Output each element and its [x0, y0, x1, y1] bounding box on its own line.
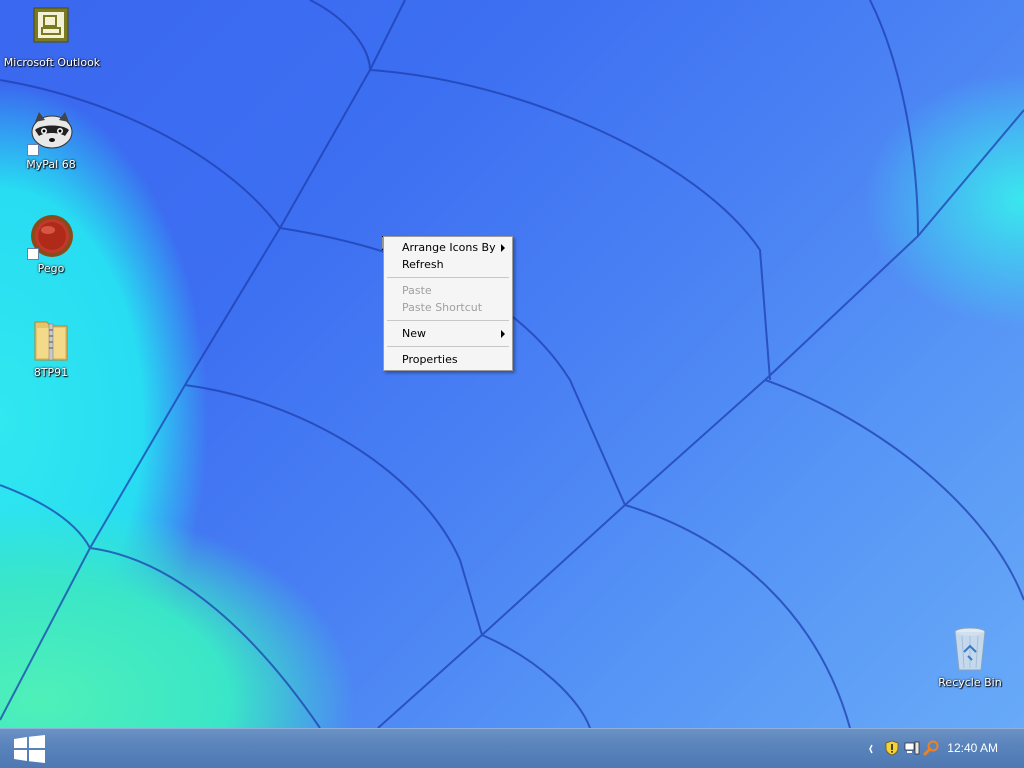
menu-item-label: Paste: [402, 284, 432, 297]
taskbar-clock[interactable]: 12:40 AM: [947, 741, 998, 755]
menu-item-new[interactable]: New: [384, 325, 512, 342]
menu-separator: [387, 277, 509, 278]
windows-logo-icon: [14, 735, 45, 763]
menu-item-label: Paste Shortcut: [402, 301, 483, 314]
submenu-arrow-icon: [501, 244, 505, 252]
raccoon-icon: [27, 108, 75, 156]
submenu-arrow-icon: [501, 330, 505, 338]
menu-item-properties[interactable]: Properties: [384, 351, 512, 368]
search-magnifier-icon[interactable]: [923, 740, 939, 756]
network-icon[interactable]: [904, 740, 920, 756]
zip-folder-icon: [27, 316, 75, 364]
desktop-icon-label: Microsoft Outlook: [3, 56, 101, 69]
shortcut-arrow-icon: [27, 144, 39, 156]
pego-icon: [27, 212, 75, 260]
desktop-icon-mypal[interactable]: MyPal 68: [1, 108, 101, 171]
shortcut-arrow-icon: [27, 248, 39, 260]
tray-overflow-icon[interactable]: [868, 743, 874, 755]
desktop-icon-label: Pego: [37, 262, 65, 275]
menu-item-label: Properties: [402, 353, 458, 366]
desktop-icon-recycle-bin[interactable]: Recycle Bin: [920, 626, 1020, 689]
menu-separator: [387, 320, 509, 321]
menu-item-label: Arrange Icons By: [402, 241, 496, 254]
menu-item-arrange-icons-by[interactable]: Arrange Icons By: [384, 239, 512, 256]
taskbar: 12:40 AM: [0, 728, 1024, 768]
security-shield-icon[interactable]: [884, 740, 900, 756]
desktop-icon-label: MyPal 68: [26, 158, 76, 171]
menu-item-refresh[interactable]: Refresh: [384, 256, 512, 273]
start-button[interactable]: [0, 729, 58, 768]
desktop-context-menu: Arrange Icons By Refresh Paste Paste Sho…: [383, 236, 513, 371]
desktop[interactable]: Microsoft Outlook MyPal 68 Pego 8TP91 Re…: [0, 0, 1024, 728]
desktop-icon-8tp91[interactable]: 8TP91: [1, 316, 101, 379]
recycle-bin-icon: [946, 626, 994, 674]
desktop-icon-microsoft-outlook[interactable]: Microsoft Outlook: [2, 6, 102, 69]
menu-item-paste: Paste: [384, 282, 512, 299]
menu-separator: [387, 346, 509, 347]
menu-item-label: Refresh: [402, 258, 444, 271]
desktop-icon-label: 8TP91: [33, 366, 69, 379]
outlook-icon: [28, 6, 76, 54]
system-tray: 12:40 AM: [854, 729, 1024, 768]
menu-item-paste-shortcut: Paste Shortcut: [384, 299, 512, 316]
menu-item-label: New: [402, 327, 426, 340]
desktop-icon-label: Recycle Bin: [938, 676, 1002, 689]
desktop-icon-pego[interactable]: Pego: [1, 212, 101, 275]
